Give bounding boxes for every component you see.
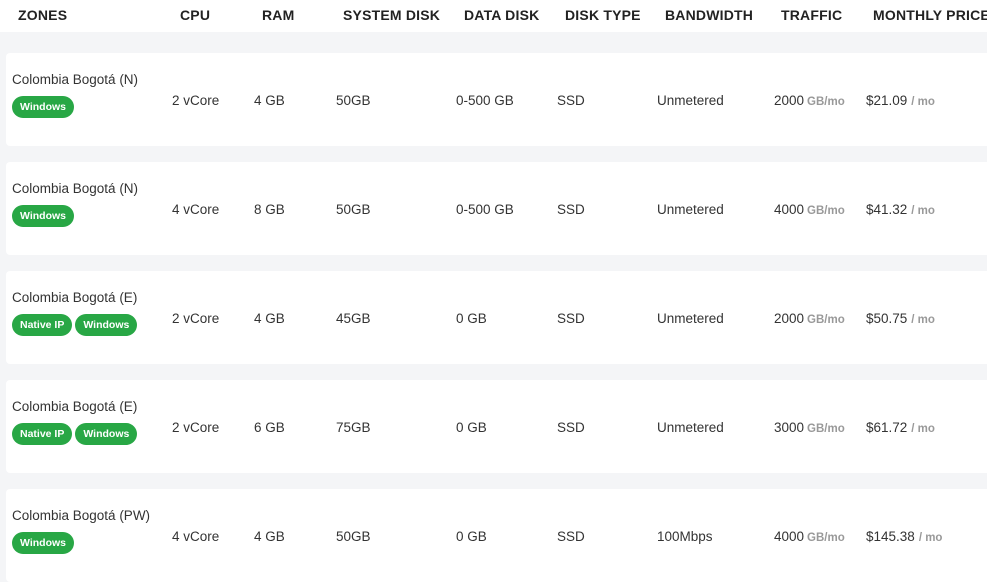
system-disk-value: 50GB bbox=[336, 93, 371, 108]
data-disk-value: 0-500 GB bbox=[456, 93, 514, 108]
disk-type-value: SSD bbox=[557, 420, 585, 435]
feature-badge: Native IP bbox=[12, 314, 73, 336]
disk-type-value: SSD bbox=[557, 202, 585, 217]
traffic-value: 3000 bbox=[774, 420, 805, 435]
zone-name: Colombia Bogotá (E) bbox=[12, 399, 138, 414]
traffic-value: 4000 bbox=[774, 202, 805, 217]
traffic-unit: GB/mo bbox=[807, 423, 845, 435]
header-disk-type: DISK TYPE bbox=[565, 7, 641, 23]
data-disk-value: 0 GB bbox=[456, 529, 487, 544]
price-value: $21.09 bbox=[866, 93, 908, 108]
feature-badge: Native IP bbox=[12, 423, 73, 445]
badge-group: Native IP Windows bbox=[12, 314, 138, 336]
price-unit: / mo bbox=[911, 314, 935, 326]
cpu-value: 2 vCore bbox=[172, 420, 220, 435]
monthly-price-cell: $21.09/ mo bbox=[866, 93, 935, 108]
cpu-value: 2 vCore bbox=[172, 93, 220, 108]
traffic-cell: 4000 GB/mo bbox=[774, 202, 845, 217]
ram-value: 4 GB bbox=[254, 311, 285, 326]
price-unit: / mo bbox=[911, 423, 935, 435]
table-row[interactable]: Colombia Bogotá (E) Native IP Windows 2 vCo… bbox=[6, 380, 987, 473]
table-row[interactable]: Colombia Bogotá (E) Native IP Windows 2 vCo… bbox=[6, 271, 987, 364]
cpu-value: 2 vCore bbox=[172, 311, 220, 326]
feature-badge: Windows bbox=[12, 96, 74, 118]
header-monthly-price: MONTHLY PRICE bbox=[873, 7, 987, 23]
traffic-cell: 2000 GB/mo bbox=[774, 311, 845, 326]
monthly-price-cell: $145.38/ mo bbox=[866, 529, 942, 544]
price-value: $41.32 bbox=[866, 202, 908, 217]
traffic-value: 4000 bbox=[774, 529, 805, 544]
price-value: $61.72 bbox=[866, 420, 908, 435]
ram-value: 4 GB bbox=[254, 529, 285, 544]
system-disk-value: 45GB bbox=[336, 311, 371, 326]
bandwidth-value: Unmetered bbox=[657, 420, 724, 435]
zone-name: Colombia Bogotá (E) bbox=[12, 290, 138, 305]
data-disk-value: 0-500 GB bbox=[456, 202, 514, 217]
header-zones: ZONES bbox=[18, 7, 68, 23]
header-traffic: TRAFFIC bbox=[781, 7, 843, 23]
zone-name: Colombia Bogotá (N) bbox=[12, 72, 139, 87]
badge-group: Native IP Windows bbox=[12, 423, 138, 445]
data-disk-value: 0 GB bbox=[456, 420, 487, 435]
header-bandwidth: BANDWIDTH bbox=[665, 7, 754, 23]
traffic-value: 2000 bbox=[774, 93, 805, 108]
price-unit: / mo bbox=[911, 96, 935, 108]
header-ram: RAM bbox=[262, 7, 295, 23]
table-row[interactable]: Colombia Bogotá (PW) Windows 4 vCore 4 GB 50… bbox=[6, 489, 987, 582]
bandwidth-value: 100Mbps bbox=[657, 529, 713, 544]
price-unit: / mo bbox=[911, 205, 935, 217]
zone-name: Colombia Bogotá (PW) bbox=[12, 508, 151, 523]
table-row[interactable]: Colombia Bogotá (N) Windows 4 vCore 8 GB 50G… bbox=[6, 162, 987, 255]
zone-name: Colombia Bogotá (N) bbox=[12, 181, 139, 196]
bandwidth-value: Unmetered bbox=[657, 202, 724, 217]
traffic-cell: 2000 GB/mo bbox=[774, 93, 845, 108]
header-data-disk: DATA DISK bbox=[464, 7, 540, 23]
badge-group: Windows bbox=[12, 205, 74, 227]
feature-badge: Windows bbox=[75, 314, 138, 336]
system-disk-value: 50GB bbox=[336, 202, 371, 217]
ram-value: 4 GB bbox=[254, 93, 285, 108]
traffic-unit: GB/mo bbox=[807, 314, 845, 326]
monthly-price-cell: $61.72/ mo bbox=[866, 420, 935, 435]
disk-type-value: SSD bbox=[557, 93, 585, 108]
price-unit: / mo bbox=[918, 532, 943, 544]
feature-badge: Windows bbox=[75, 423, 138, 445]
cpu-value: 4 vCore bbox=[172, 202, 220, 217]
traffic-unit: GB/mo bbox=[807, 205, 845, 217]
ram-value: 6 GB bbox=[254, 420, 285, 435]
data-disk-value: 0 GB bbox=[456, 311, 487, 326]
monthly-price-cell: $41.32/ mo bbox=[866, 202, 935, 217]
disk-type-value: SSD bbox=[557, 311, 585, 326]
badge-group: Windows bbox=[12, 96, 74, 118]
header-cpu: CPU bbox=[180, 7, 211, 23]
system-disk-value: 75GB bbox=[336, 420, 371, 435]
table-header: ZONES CPU RAM SYSTEM DISK DATA DISK DISK… bbox=[0, 0, 987, 32]
bandwidth-value: Unmetered bbox=[657, 93, 724, 108]
table-row[interactable]: Colombia Bogotá (N) Windows 2 vCore 4 GB 50G… bbox=[6, 53, 987, 146]
traffic-unit: GB/mo bbox=[807, 532, 845, 544]
ram-value: 8 GB bbox=[254, 202, 285, 217]
feature-badge: Windows bbox=[12, 532, 74, 554]
traffic-unit: GB/mo bbox=[807, 96, 845, 108]
cpu-value: 4 vCore bbox=[172, 529, 220, 544]
monthly-price-cell: $50.75/ mo bbox=[866, 311, 935, 326]
price-value: $145.38 bbox=[866, 529, 915, 544]
traffic-cell: 4000 GB/mo bbox=[774, 529, 845, 544]
traffic-cell: 3000 GB/mo bbox=[774, 420, 845, 435]
traffic-value: 2000 bbox=[774, 311, 805, 326]
disk-type-value: SSD bbox=[557, 529, 585, 544]
feature-badge: Windows bbox=[12, 205, 74, 227]
system-disk-value: 50GB bbox=[336, 529, 371, 544]
bandwidth-value: Unmetered bbox=[657, 311, 724, 326]
badge-group: Windows bbox=[12, 532, 74, 554]
price-value: $50.75 bbox=[866, 311, 908, 326]
header-system-disk: SYSTEM DISK bbox=[343, 7, 441, 23]
